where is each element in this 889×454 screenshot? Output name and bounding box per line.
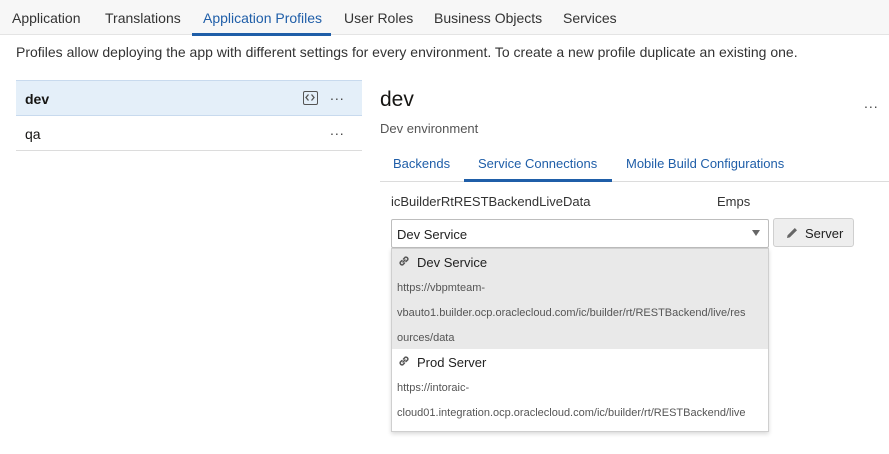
server-select-value: Dev Service <box>397 227 468 242</box>
option-url-line: ources/data <box>397 332 455 344</box>
option-url-line: cloud01.integration.ocp.oraclecloud.com/… <box>397 407 746 419</box>
profile-title: dev <box>380 88 414 111</box>
profile-list: dev ... qa ... <box>16 80 362 151</box>
option-prod-server[interactable]: Prod Server https://intoraic- cloud01.in… <box>392 349 768 431</box>
option-url-line: https://vbpmteam- <box>397 282 486 294</box>
connection-name: icBuilderRtRESTBackendLiveData <box>391 194 591 209</box>
tab-services[interactable]: Services <box>563 10 617 26</box>
option-url-line: vbauto1.builder.ocp.oraclecloud.com/ic/b… <box>397 307 746 319</box>
option-title: Prod Server <box>417 355 487 370</box>
option-url-line: https://intoraic- <box>397 382 470 394</box>
chevron-down-icon[interactable] <box>752 230 760 236</box>
link-icon <box>399 256 409 266</box>
page-description: Profiles allow deploying the app with di… <box>16 44 798 60</box>
active-tab-indicator <box>192 33 331 36</box>
top-tab-bar: Application Translations Application Pro… <box>0 0 889 36</box>
tab-backends[interactable]: Backends <box>393 156 450 171</box>
server-button[interactable]: Server <box>773 218 854 247</box>
profile-row-dev[interactable]: dev ... <box>16 80 362 116</box>
tab-translations[interactable]: Translations <box>105 10 181 26</box>
server-button-label: Server <box>805 226 844 241</box>
more-icon[interactable]: ... <box>330 87 345 103</box>
more-icon[interactable]: ... <box>864 95 879 111</box>
option-title: Dev Service <box>417 255 488 270</box>
active-tab-indicator <box>464 179 612 182</box>
link-icon <box>399 356 409 366</box>
server-dropdown: Dev Service https://vbpmteam- vbauto1.bu… <box>391 248 769 432</box>
profile-subtitle: Dev environment <box>380 121 479 136</box>
tab-application[interactable]: Application <box>12 10 81 26</box>
pencil-icon <box>787 228 797 238</box>
tab-mobile-build-configurations[interactable]: Mobile Build Configurations <box>626 156 784 171</box>
connection-target: Emps <box>717 194 751 209</box>
tab-business-objects[interactable]: Business Objects <box>434 10 542 26</box>
profile-name: qa <box>25 126 41 142</box>
code-icon[interactable] <box>303 91 318 105</box>
profile-name: dev <box>25 91 50 107</box>
option-dev-service[interactable]: Dev Service https://vbpmteam- vbauto1.bu… <box>392 249 768 349</box>
tab-application-profiles[interactable]: Application Profiles <box>203 10 322 26</box>
profile-row-qa[interactable]: qa ... <box>16 116 362 151</box>
server-select[interactable]: Dev Service <box>391 219 769 248</box>
detail-tab-bar: Backends Service Connections Mobile Buil… <box>380 146 889 182</box>
tab-service-connections[interactable]: Service Connections <box>478 156 597 171</box>
more-icon[interactable]: ... <box>330 122 345 138</box>
tab-user-roles[interactable]: User Roles <box>344 10 413 26</box>
